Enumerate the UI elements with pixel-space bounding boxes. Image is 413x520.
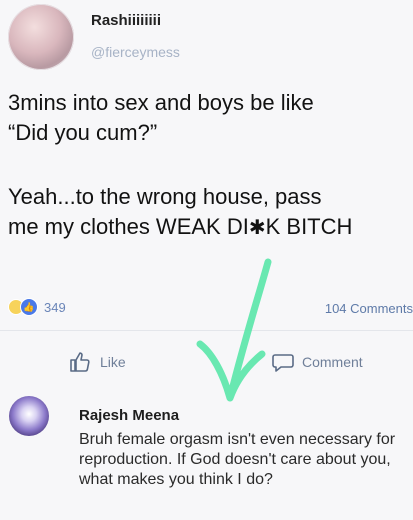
divider xyxy=(0,330,413,331)
comments-count[interactable]: 104 Comments xyxy=(325,301,413,316)
tweet-line: me my clothes WEAK DI✱K BITCH xyxy=(8,212,413,243)
comment-item: Rajesh Meena Bruh female orgasm isn't ev… xyxy=(0,392,413,520)
tweet-text: 3mins into sex and boys be like “Did you… xyxy=(8,88,413,243)
like-label: Like xyxy=(100,354,126,370)
like-button[interactable]: Like xyxy=(68,349,126,375)
comment-button[interactable]: Comment xyxy=(270,349,363,375)
thumbs-up-icon xyxy=(68,349,94,375)
commenter-avatar[interactable] xyxy=(9,396,49,436)
like-reaction-icon: 👍 xyxy=(20,298,38,316)
reactions[interactable]: 👍 349 xyxy=(8,298,66,316)
arrow-annotation xyxy=(196,258,272,402)
tweet-line-part: K BITCH xyxy=(265,214,353,239)
censor-icon: ✱ xyxy=(248,217,266,239)
reaction-count: 349 xyxy=(44,299,66,315)
avatar[interactable] xyxy=(8,4,74,70)
tweet-line: Yeah...to the wrong house, pass xyxy=(8,184,322,209)
handle[interactable]: @fierceymess xyxy=(91,44,180,60)
tweet-line: 3mins into sex and boys be like xyxy=(8,90,314,115)
speech-bubble-icon xyxy=(270,349,296,375)
tweet-line: “Did you cum?” xyxy=(8,120,158,145)
comment-label: Comment xyxy=(302,354,363,370)
username[interactable]: Rashiiiiiiii xyxy=(91,12,161,29)
comment-text: Bruh female orgasm isn't even necessary … xyxy=(79,431,396,488)
commenter-name[interactable]: Rajesh Meena xyxy=(79,407,179,424)
tweet-line-part: me my clothes WEAK DI xyxy=(8,214,249,239)
post-card: Rashiiiiiiii @fierceymess 3mins into sex… xyxy=(0,0,413,520)
